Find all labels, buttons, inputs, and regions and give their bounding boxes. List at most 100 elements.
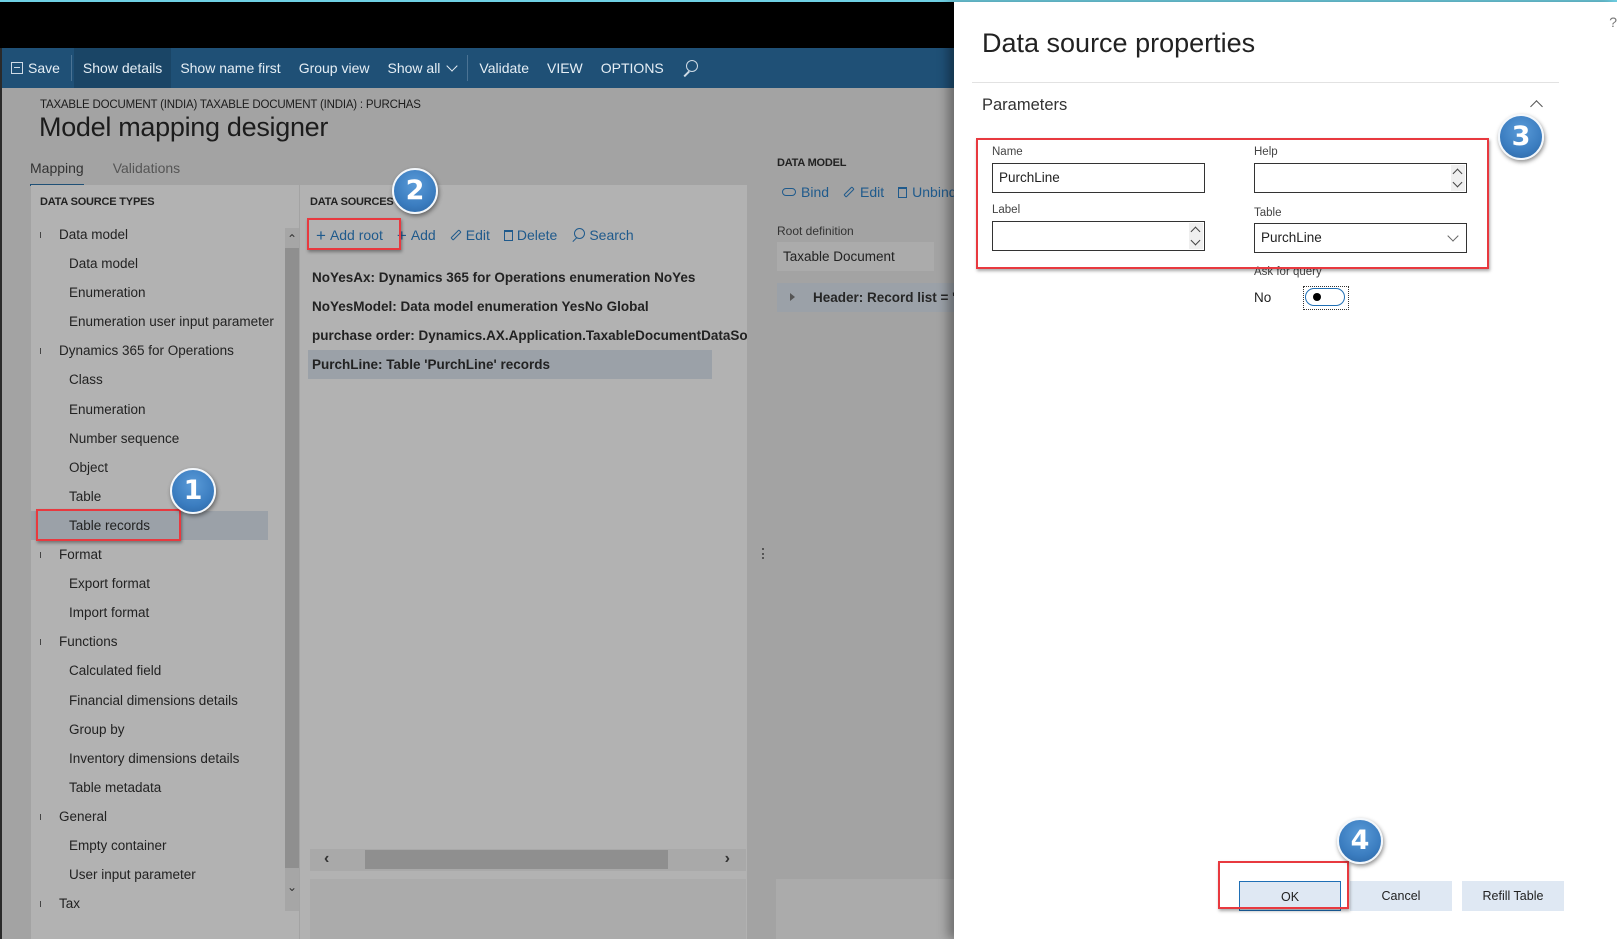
expand-triangle-icon[interactable]: [790, 293, 795, 301]
tab-validations[interactable]: Validations: [113, 160, 180, 186]
list-item[interactable]: NoYesAx: Dynamics 365 for Operations enu…: [308, 263, 747, 292]
expander-icon[interactable]: [40, 901, 41, 908]
tab-mapping[interactable]: Mapping: [30, 160, 84, 186]
search-label: Search: [589, 227, 634, 243]
tree-item-label: Functions: [59, 634, 118, 650]
scroll-up-icon[interactable]: ⌃: [286, 232, 298, 246]
expander-icon[interactable]: [40, 232, 41, 238]
name-field[interactable]: PurchLine: [992, 163, 1205, 193]
edit-button[interactable]: Edit: [444, 222, 498, 248]
tree-item[interactable]: Enumeration user input parameter: [31, 307, 285, 336]
action-bar-separator: [467, 55, 469, 81]
data-sources-horizontal-scrollbar[interactable]: ‹ ›: [310, 849, 746, 871]
list-item[interactable]: purchase order: Dynamics.AX.Application.…: [308, 321, 747, 350]
pencil-icon: [450, 229, 462, 241]
action-search-button[interactable]: [673, 48, 707, 88]
tree-item[interactable]: Enumeration: [31, 278, 285, 307]
view-menu[interactable]: VIEW: [538, 48, 592, 88]
tree-item[interactable]: Data model: [31, 249, 285, 278]
unbind-button[interactable]: Unbind: [898, 184, 957, 200]
tree-item[interactable]: Number sequence: [31, 424, 285, 453]
parameters-section-header[interactable]: Parameters: [982, 96, 1067, 115]
tree-item[interactable]: Export format: [31, 569, 285, 598]
window-left-edge: [0, 48, 2, 939]
tree-item[interactable]: Group by: [31, 715, 285, 744]
delete-button[interactable]: Delete: [498, 222, 565, 248]
add-button[interactable]: + Add: [391, 222, 444, 248]
data-source-types-tree: Data model Data model Enumeration Enumerati…: [31, 220, 285, 918]
list-item-selected[interactable]: PurchLine: Table 'PurchLine' records: [308, 350, 712, 380]
multiline-spinner-icon[interactable]: [1451, 165, 1465, 191]
breadcrumb: TAXABLE DOCUMENT (INDIA) TAXABLE DOCUMEN…: [40, 99, 421, 111]
panel-splitter-handle[interactable]: [762, 548, 764, 562]
expander-icon[interactable]: [40, 639, 41, 646]
search-button[interactable]: Search: [565, 222, 641, 248]
expander-icon[interactable]: [40, 813, 41, 820]
chevron-up-icon[interactable]: [1530, 100, 1543, 113]
tree-item[interactable]: Empty container: [31, 831, 285, 860]
trash-icon: [503, 229, 513, 241]
cancel-button[interactable]: Cancel: [1350, 881, 1452, 911]
add-root-label: Add root: [329, 227, 383, 243]
tree-item[interactable]: Financial dimensions details: [31, 686, 285, 715]
dialog-title: Data source properties: [982, 28, 1256, 58]
tree-group[interactable]: Dynamics 365 for Operations: [31, 336, 285, 365]
search-icon: [571, 228, 586, 242]
expander-icon[interactable]: [40, 348, 41, 355]
tree-item-label: Table: [69, 488, 102, 504]
refill-table-button[interactable]: Refill Table: [1462, 881, 1564, 911]
show-all-dropdown[interactable]: Show all: [379, 48, 466, 88]
tree-item[interactable]: Table metadata: [31, 773, 285, 802]
ok-button[interactable]: OK: [1239, 881, 1341, 911]
list-item[interactable]: NoYesModel: Data model enumeration YesNo…: [308, 292, 747, 321]
data-model-tree-item[interactable]: Header: Record list = 'p: [777, 283, 957, 312]
tree-item[interactable]: Inventory dimensions details: [31, 744, 285, 773]
tree-item[interactable]: Enumeration: [31, 395, 285, 424]
tree-item[interactable]: Table: [31, 482, 285, 511]
validate-button[interactable]: Validate: [470, 48, 538, 88]
scrollbar-thumb[interactable]: [365, 850, 668, 869]
model-edit-button[interactable]: Edit: [843, 184, 884, 200]
tree-item-label: Import format: [69, 605, 150, 621]
save-label: Save: [28, 60, 60, 76]
bind-button[interactable]: Bind: [782, 184, 829, 200]
group-view-button[interactable]: Group view: [290, 48, 379, 88]
action-bar-separator: [70, 55, 72, 81]
scroll-right-icon[interactable]: ›: [725, 850, 730, 868]
add-root-button[interactable]: + Add root: [310, 222, 391, 248]
dialog-divider: [972, 82, 1559, 83]
tree-group[interactable]: Tax: [31, 889, 285, 918]
tree-item[interactable]: Calculated field: [31, 656, 285, 685]
show-details-button[interactable]: Show details: [73, 48, 172, 88]
tree-item-label: Object: [69, 459, 109, 475]
table-dropdown[interactable]: PurchLine: [1254, 223, 1467, 253]
tree-group[interactable]: Data model: [31, 220, 285, 249]
tree-item[interactable]: Table records: [31, 510, 268, 541]
tree-group[interactable]: Format: [31, 540, 285, 569]
expander-icon[interactable]: [40, 552, 41, 559]
tree-item-label: Inventory dimensions details: [69, 750, 240, 766]
ask-for-query-toggle[interactable]: [1303, 286, 1349, 310]
multiline-spinner-icon[interactable]: [1189, 223, 1203, 249]
show-name-first-button[interactable]: Show name first: [171, 48, 289, 88]
tree-group[interactable]: Functions: [31, 627, 285, 656]
scroll-left-icon[interactable]: ‹: [324, 850, 329, 868]
help-icon[interactable]: ?: [1609, 14, 1617, 30]
label-field[interactable]: [992, 221, 1205, 251]
scrollbar-thumb[interactable]: [285, 248, 299, 868]
tree-item-label: Data model: [69, 256, 139, 272]
tree-group[interactable]: General: [31, 802, 285, 831]
root-definition-field[interactable]: Taxable Document: [777, 242, 934, 271]
help-field[interactable]: [1254, 163, 1467, 193]
tree-item[interactable]: User input parameter: [31, 860, 285, 889]
tree-item[interactable]: Import format: [31, 598, 285, 627]
options-menu[interactable]: OPTIONS: [592, 48, 673, 88]
types-vertical-scrollbar[interactable]: ⌃ ⌄: [285, 228, 299, 911]
save-button[interactable]: Save: [2, 48, 69, 88]
tree-item[interactable]: Object: [31, 453, 285, 482]
scroll-down-icon[interactable]: ⌄: [286, 880, 298, 894]
data-sources-list: NoYesAx: Dynamics 365 for Operations enu…: [308, 263, 747, 380]
trash-icon: [898, 186, 908, 198]
data-model-heading: DATA MODEL: [777, 157, 847, 169]
tree-item[interactable]: Class: [31, 365, 285, 394]
